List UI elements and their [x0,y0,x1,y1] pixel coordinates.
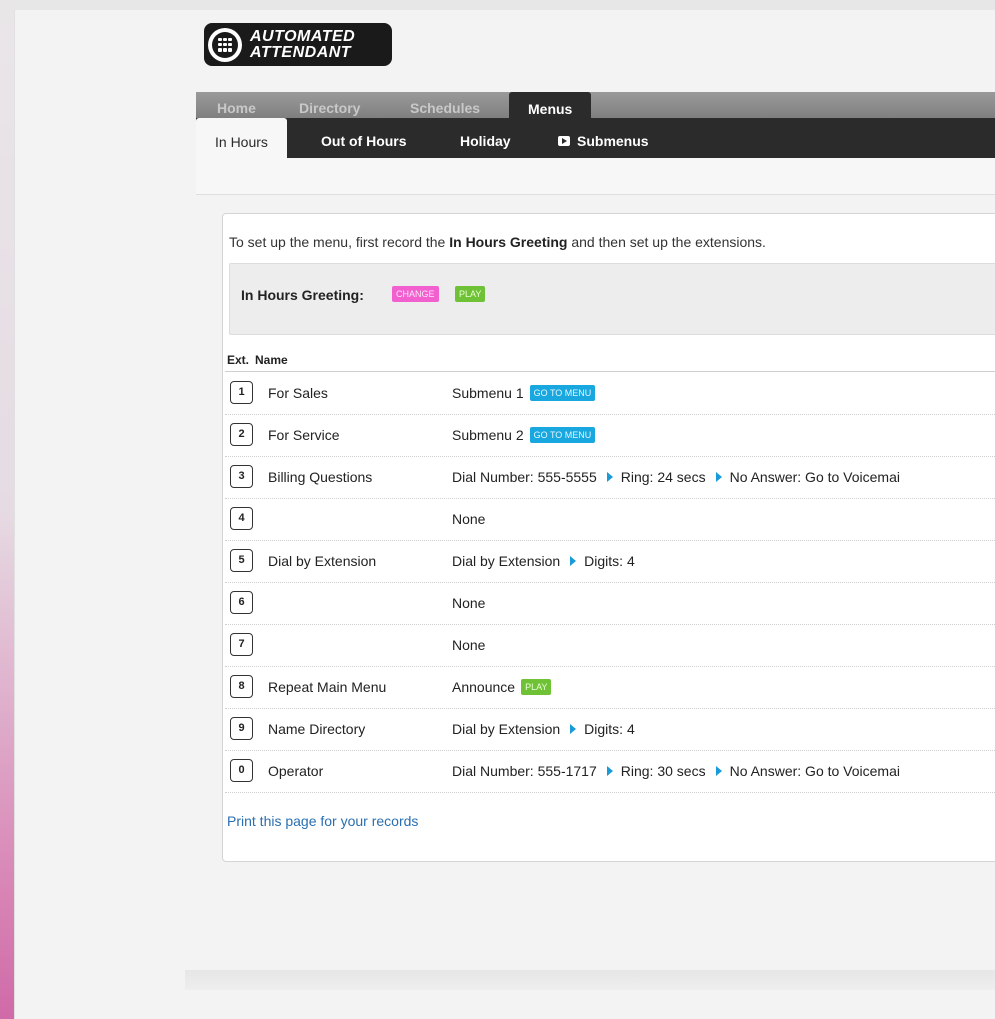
subtab-submenus-label: Submenus [577,133,649,149]
intro-bold: In Hours Greeting [449,234,568,250]
action-text: Dial Number: 555-5555 [452,469,597,485]
ext-action: None [452,595,485,611]
ext-name: For Sales [268,385,328,401]
ring-text: Ring: 24 secs [620,469,706,485]
ext-action: Dial Number: 555-5555 Ring: 24 secs No Ans… [452,469,900,485]
subtab-holiday[interactable]: Holiday [460,125,511,158]
ext-key: 2 [230,423,253,446]
digits-text: Digits: 4 [584,721,635,737]
print-page-link[interactable]: Print this page for your records [227,813,418,829]
table-row: 2 For Service Submenu 2 GO TO MENU [225,414,995,457]
content-bottom-shadow [185,970,995,990]
subnav-spacer [196,158,995,195]
logo-text: AUTOMATED ATTENDANT [250,27,356,61]
intro-text: To set up the menu, first record the In … [229,234,766,250]
action-text: None [452,511,486,527]
table-row: 8 Repeat Main Menu Announce PLAY [225,666,995,709]
subtab-submenus[interactable]: Submenus [558,125,649,158]
ext-name: Dial by Extension [268,553,377,569]
tab-home[interactable]: Home [217,92,256,118]
greeting-label: In Hours Greeting: [241,287,364,303]
go-to-menu-button[interactable]: GO TO MENU [529,385,596,402]
action-text: Submenu 2 [452,427,524,443]
arrow-right-icon [570,724,577,735]
play-greeting-button[interactable]: PLAY [455,286,486,302]
ext-key: 7 [230,633,253,656]
arrow-right-icon [606,472,613,483]
tab-schedules[interactable]: Schedules [410,92,480,118]
table-row: 1 For Sales Submenu 1 GO TO MENU [225,372,995,415]
header-name: Name [255,353,288,367]
header-ext: Ext. [227,353,250,367]
arrow-right-icon [606,766,613,777]
ext-key: 1 [230,381,253,404]
ext-name: For Service [268,427,340,443]
table-row: 4 None [225,498,995,541]
ext-name: Name Directory [268,721,366,737]
ring-text: Ring: 30 secs [620,763,706,779]
ext-action: Submenu 2 GO TO MENU [452,427,596,444]
ext-action: Dial by Extension Digits: 4 [452,553,635,569]
play-announce-button[interactable]: PLAY [521,679,552,696]
action-text: Submenu 1 [452,385,524,401]
ext-name: Operator [268,763,324,779]
ext-action: Announce PLAY [452,679,552,696]
table-row: 7 None [225,624,995,667]
tab-directory[interactable]: Directory [299,92,360,118]
action-text: Dial by Extension [452,721,561,737]
intro-before: To set up the menu, first record the [229,234,450,250]
app-logo: AUTOMATED ATTENDANT [204,23,392,66]
tab-menus[interactable]: Menus [509,92,592,118]
action-text: Dial Number: 555-1717 [452,763,597,779]
logo-line-1: AUTOMATED [250,27,356,45]
ext-name: Billing Questions [268,469,373,485]
table-row: 0 Operator Dial Number: 555-1717 Ring: 30… [225,750,995,793]
action-text: Dial by Extension [452,553,561,569]
ext-name: Repeat Main Menu [268,679,387,695]
intro-after: and then set up the extensions. [567,234,766,250]
ext-key: 5 [230,549,253,572]
ext-key: 4 [230,507,253,530]
arrow-right-icon [570,556,577,567]
action-text: None [452,637,486,653]
ext-action: Dial by Extension Digits: 4 [452,721,635,737]
go-to-menu-button[interactable]: GO TO MENU [529,427,596,444]
ext-action: Dial Number: 555-1717 Ring: 30 secs No Ans… [452,763,900,779]
table-row: 6 None [225,582,995,625]
play-box-icon [558,136,570,146]
action-text: None [452,595,486,611]
change-greeting-button[interactable]: CHANGE [392,286,439,302]
no-answer-text: No Answer: Go to Voicemai [729,763,900,779]
ext-key: 9 [230,717,253,740]
ext-action: None [452,511,485,527]
ext-action: Submenu 1 GO TO MENU [452,385,596,402]
subtab-out-of-hours[interactable]: Out of Hours [321,125,407,158]
top-band [14,0,995,10]
ext-key: 6 [230,591,253,614]
arrow-right-icon [715,472,722,483]
ext-key: 0 [230,759,253,782]
logo-line-2: ATTENDANT [250,43,352,61]
ext-key: 8 [230,675,253,698]
page-edge [0,0,14,1019]
arrow-right-icon [715,766,722,777]
table-row: 5 Dial by Extension Dial by Extension Dig… [225,540,995,583]
subtab-in-hours[interactable]: In Hours [196,118,287,158]
table-row: 3 Billing Questions Dial Number: 555-555… [225,456,995,499]
table-row: 9 Name Directory Dial by Extension Digits… [225,708,995,751]
digits-text: Digits: 4 [584,553,635,569]
no-answer-text: No Answer: Go to Voicemai [729,469,900,485]
keypad-icon [208,27,242,62]
action-text: Announce [452,679,516,695]
ext-action: None [452,637,485,653]
ext-key: 3 [230,465,253,488]
